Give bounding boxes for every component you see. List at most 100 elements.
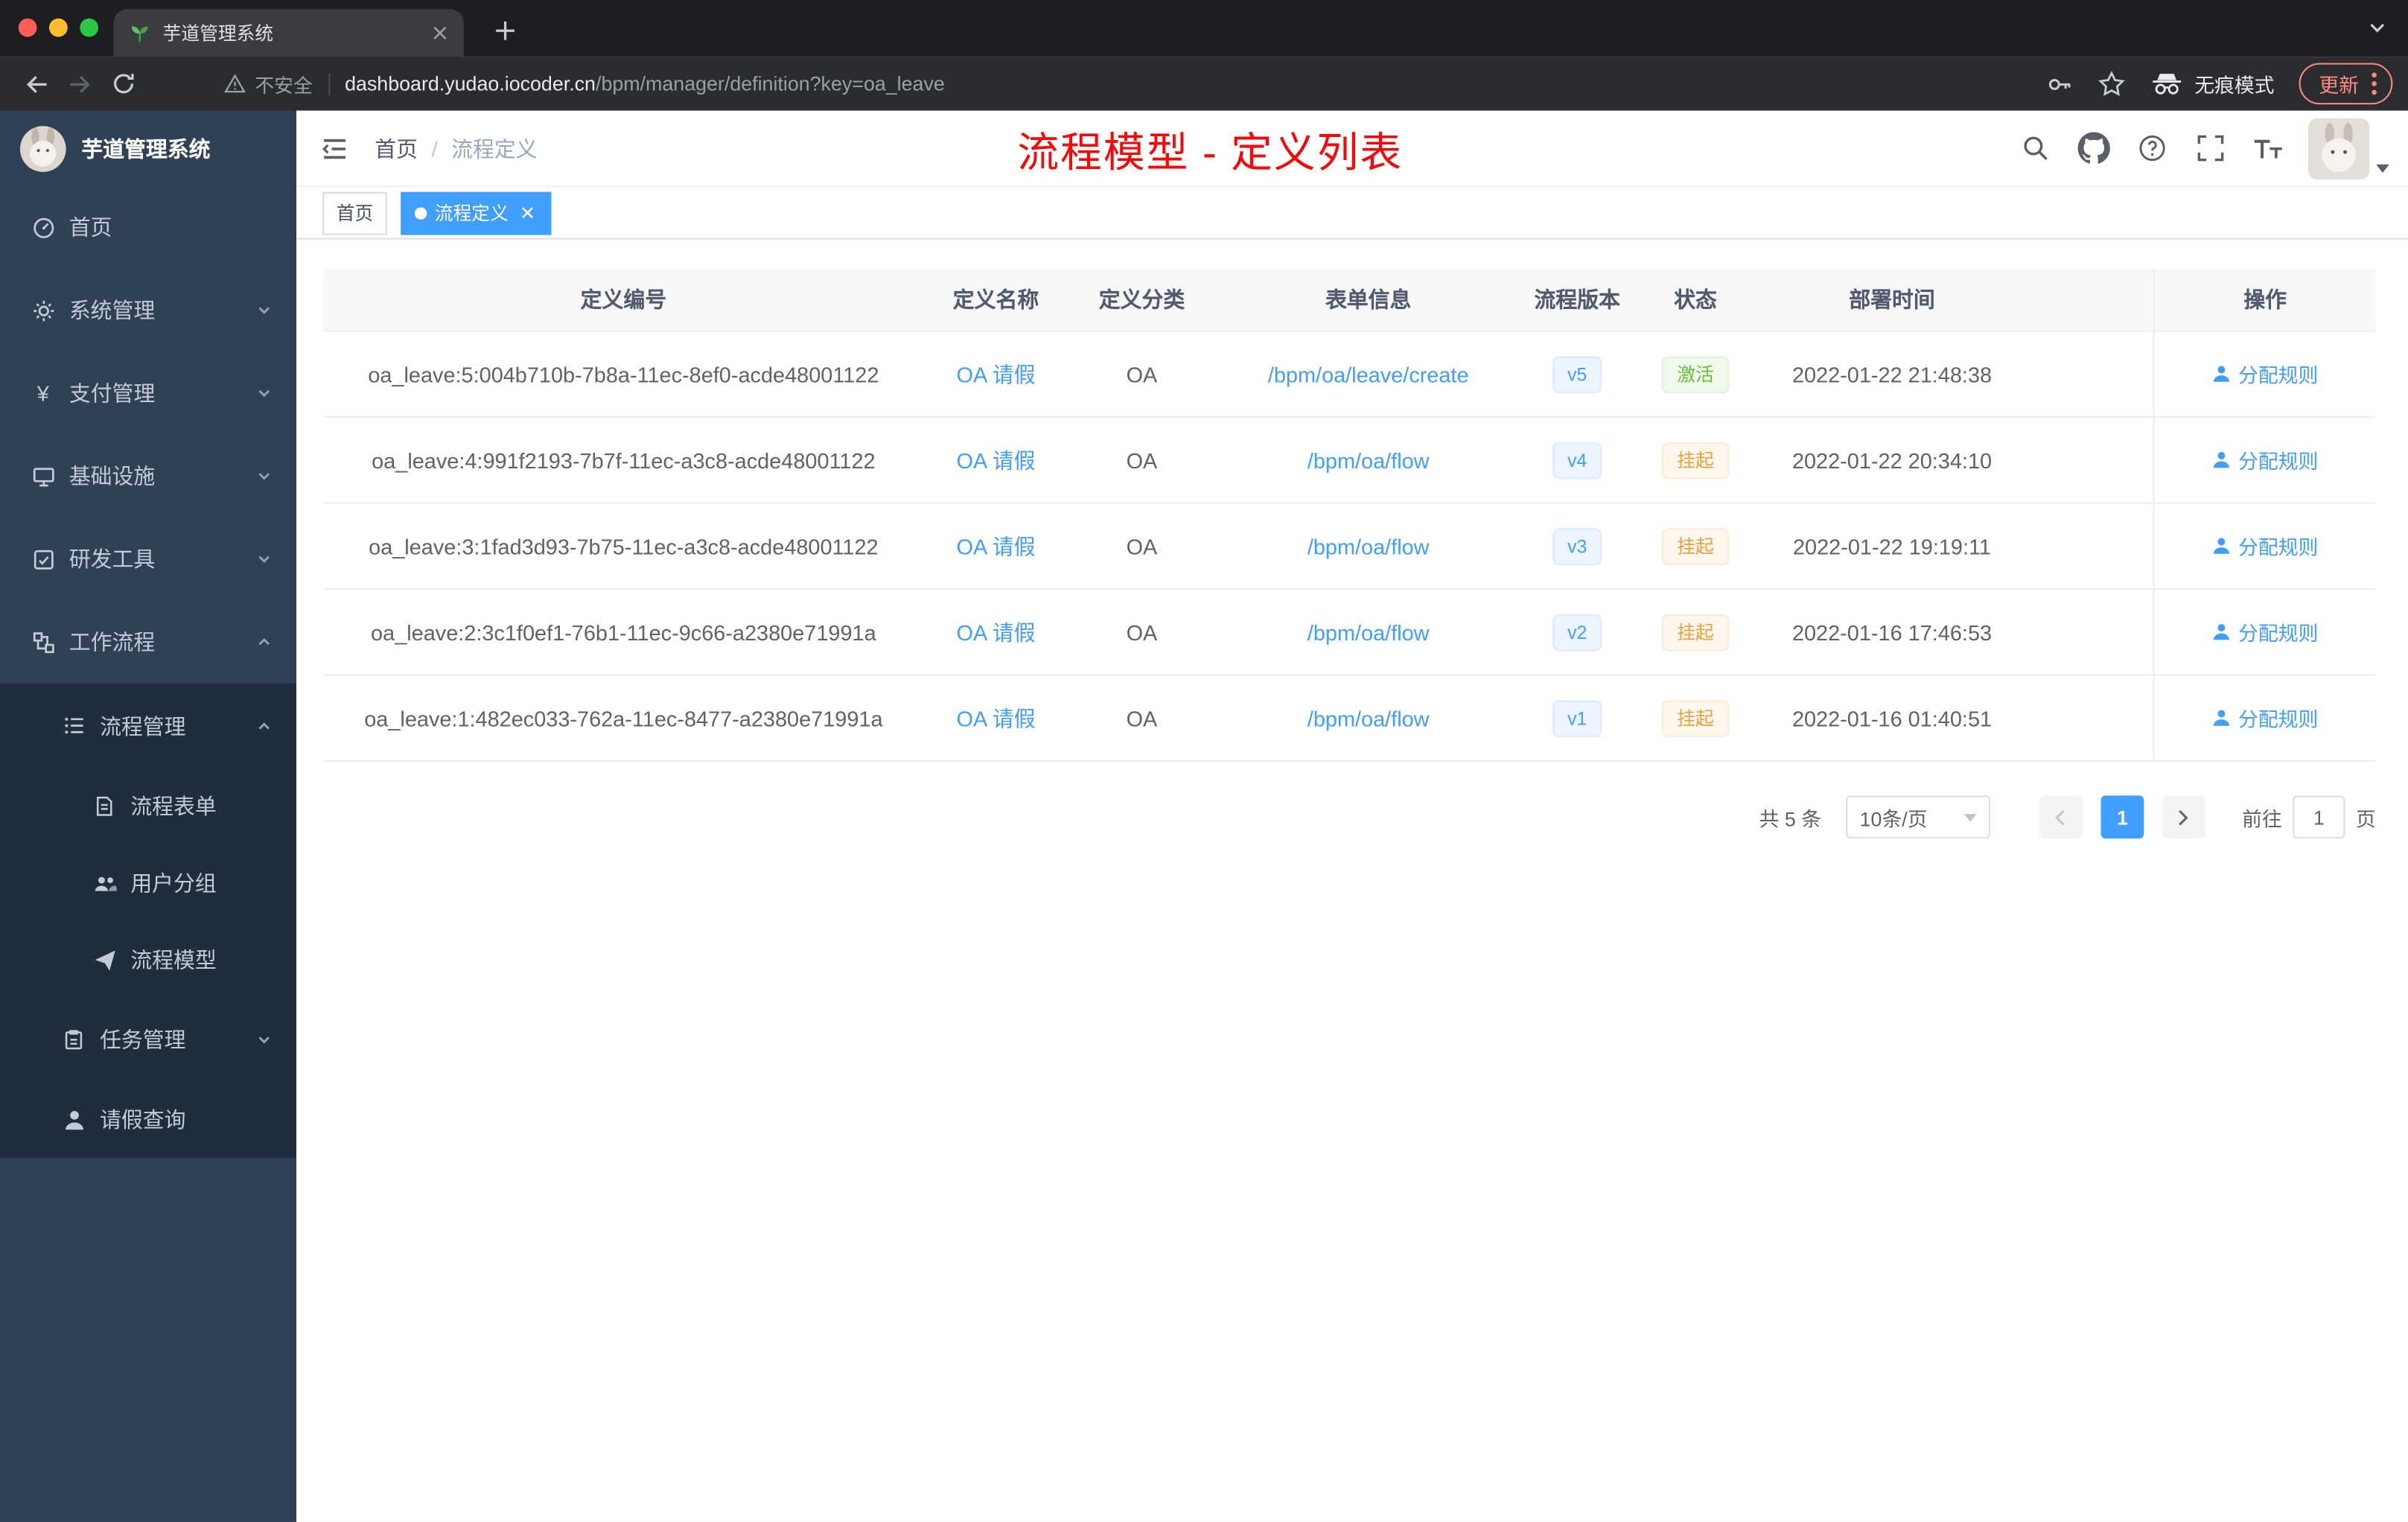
total-count: 共 5 条: [1759, 806, 1822, 830]
reload-icon[interactable]: [101, 63, 144, 106]
sidebar: 芋道管理系统 首页 系统管理 ¥ 支付管理 基础设施 研发工具 工作流程 流程管…: [0, 110, 297, 1522]
version-tag: v3: [1552, 527, 1602, 564]
form-link[interactable]: /bpm/oa/flow: [1307, 620, 1430, 644]
assign-rule-link[interactable]: 分配规则: [2212, 532, 2318, 561]
tag-process-definition[interactable]: 流程定义: [401, 191, 552, 235]
new-tab-button[interactable]: [485, 10, 526, 51]
sidebar-item-home[interactable]: 首页: [0, 186, 296, 269]
sidebar-item-dev-tools[interactable]: 研发工具: [0, 518, 296, 600]
definition-name-link[interactable]: OA 请假: [957, 703, 1036, 733]
sidebar-item-user-group[interactable]: 用户分组: [0, 844, 296, 921]
status-badge: 挂起: [1661, 441, 1730, 479]
definition-name-link[interactable]: OA 请假: [957, 359, 1036, 389]
tag-home[interactable]: 首页: [322, 191, 387, 235]
definition-name-link[interactable]: OA 请假: [957, 531, 1036, 561]
close-window-button[interactable]: [18, 18, 37, 37]
page-size-value: 10条/页: [1859, 806, 1928, 830]
definition-name-link[interactable]: OA 请假: [957, 445, 1036, 475]
sidebar-item-process-model[interactable]: 流程模型: [0, 922, 296, 999]
user-icon: [62, 1107, 86, 1132]
red-annotation-title: 流程模型 - 定义列表: [1017, 129, 1404, 176]
breadcrumb-separator: /: [431, 136, 438, 161]
sidebar-item-label: 首页: [69, 214, 112, 240]
form-link[interactable]: /bpm/oa/leave/create: [1268, 362, 1469, 386]
users-icon: [92, 870, 117, 895]
deploy-time: 2022-01-22 21:48:38: [1791, 361, 1993, 386]
list-icon: [62, 713, 86, 738]
page-size-select[interactable]: 10条/页: [1846, 795, 1990, 839]
assign-rule-link[interactable]: 分配规则: [2212, 704, 2318, 733]
user-avatar[interactable]: [2307, 117, 2390, 179]
back-icon[interactable]: [16, 63, 59, 106]
user-icon: [2214, 451, 2230, 468]
tab-close-icon[interactable]: [432, 25, 449, 42]
minimize-window-button[interactable]: [49, 18, 68, 37]
form-link[interactable]: /bpm/oa/flow: [1307, 534, 1430, 558]
definition-category: OA: [1126, 620, 1158, 645]
table-row: oa_leave:2:3c1f0ef1-76b1-11ec-9c66-a2380…: [324, 590, 2376, 676]
chevron-down-icon: [256, 386, 272, 401]
sidebar-item-system[interactable]: 系统管理: [0, 269, 296, 351]
tab-search-chevron-icon[interactable]: [2368, 19, 2386, 37]
sidebar-item-label: 流程管理: [100, 713, 186, 739]
favicon-leaf-icon: [129, 22, 150, 44]
maximize-window-button[interactable]: [80, 18, 98, 37]
github-icon[interactable]: [2074, 130, 2112, 167]
prev-page-button[interactable]: [2039, 795, 2083, 839]
definition-category: OA: [1126, 705, 1158, 730]
help-icon[interactable]: [2133, 130, 2170, 167]
chevron-up-icon: [256, 718, 272, 733]
column-header: 状态: [1674, 287, 1717, 312]
definition-name-link[interactable]: OA 请假: [957, 617, 1036, 647]
user-icon: [2214, 623, 2230, 640]
search-icon[interactable]: [2016, 130, 2054, 167]
fullscreen-icon[interactable]: [2191, 130, 2229, 167]
password-key-icon[interactable]: [2045, 70, 2073, 98]
assign-rule-link[interactable]: 分配规则: [2212, 360, 2318, 389]
dashboard-icon: [31, 215, 55, 240]
kebab-menu-icon: [2372, 72, 2377, 95]
assign-rule-link[interactable]: 分配规则: [2212, 445, 2318, 474]
caret-down-icon: [2376, 163, 2390, 173]
goto-page-input[interactable]: [2293, 795, 2345, 839]
tag-close-icon[interactable]: [516, 202, 538, 223]
header-actions: [2016, 117, 2390, 179]
sidebar-item-label: 系统管理: [69, 298, 156, 323]
assign-rule-label: 分配规则: [2238, 450, 2319, 474]
sidebar-item-task-management[interactable]: 任务管理: [0, 999, 296, 1081]
column-header: 定义名称: [952, 287, 1039, 312]
page-number-button[interactable]: 1: [2100, 795, 2144, 839]
assign-rule-link[interactable]: 分配规则: [2212, 617, 2318, 646]
page-unit-label: 页: [2355, 806, 2376, 830]
sidebar-item-process-form[interactable]: 流程表单: [0, 768, 296, 844]
assign-rule-label: 分配规则: [2238, 707, 2319, 731]
version-tag: v5: [1552, 355, 1602, 392]
definition-table: 定义编号 定义名称 定义分类 表单信息 流程版本 状态 部署时间 操作 oa_l…: [324, 268, 2376, 762]
table-row: oa_leave:3:1fad3d93-7b75-11ec-a3c8-acde4…: [324, 503, 2376, 590]
chevron-down-icon: [256, 468, 272, 484]
bookmark-star-icon[interactable]: [2098, 70, 2125, 98]
font-size-icon[interactable]: [2250, 130, 2287, 167]
sidebar-item-leave-query[interactable]: 请假查询: [0, 1081, 296, 1158]
tag-label: 流程定义: [434, 203, 509, 225]
definition-id: oa_leave:1:482ec033-762a-11ec-8477-a2380…: [364, 705, 883, 730]
form-link[interactable]: /bpm/oa/flow: [1307, 706, 1430, 730]
monitor-icon: [31, 464, 55, 488]
sidebar-item-infrastructure[interactable]: 基础设施: [0, 435, 296, 518]
column-header: 定义分类: [1098, 287, 1185, 312]
forward-icon[interactable]: [58, 63, 101, 106]
security-label: 不安全: [255, 75, 313, 97]
breadcrumb-home[interactable]: 首页: [375, 133, 418, 163]
form-link[interactable]: /bpm/oa/flow: [1307, 448, 1430, 472]
next-page-button[interactable]: [2162, 795, 2205, 839]
sidebar-item-workflow[interactable]: 工作流程: [0, 600, 296, 683]
browser-tab[interactable]: 芋道管理系统: [113, 9, 464, 57]
security-warning: 不安全: [224, 69, 313, 98]
browser-update-chip[interactable]: 更新: [2299, 63, 2393, 105]
sidebar-item-label: 基础设施: [69, 463, 156, 488]
sidebar-fold-icon[interactable]: [319, 133, 350, 163]
sidebar-item-process-management[interactable]: 流程管理: [0, 684, 296, 768]
address-bar[interactable]: 不安全 dashboard.yudao.iocoder.cn /bpm/mana…: [224, 69, 2045, 98]
deploy-time: 2022-01-16 17:46:53: [1791, 620, 1993, 645]
sidebar-item-payment[interactable]: ¥ 支付管理: [0, 351, 296, 434]
